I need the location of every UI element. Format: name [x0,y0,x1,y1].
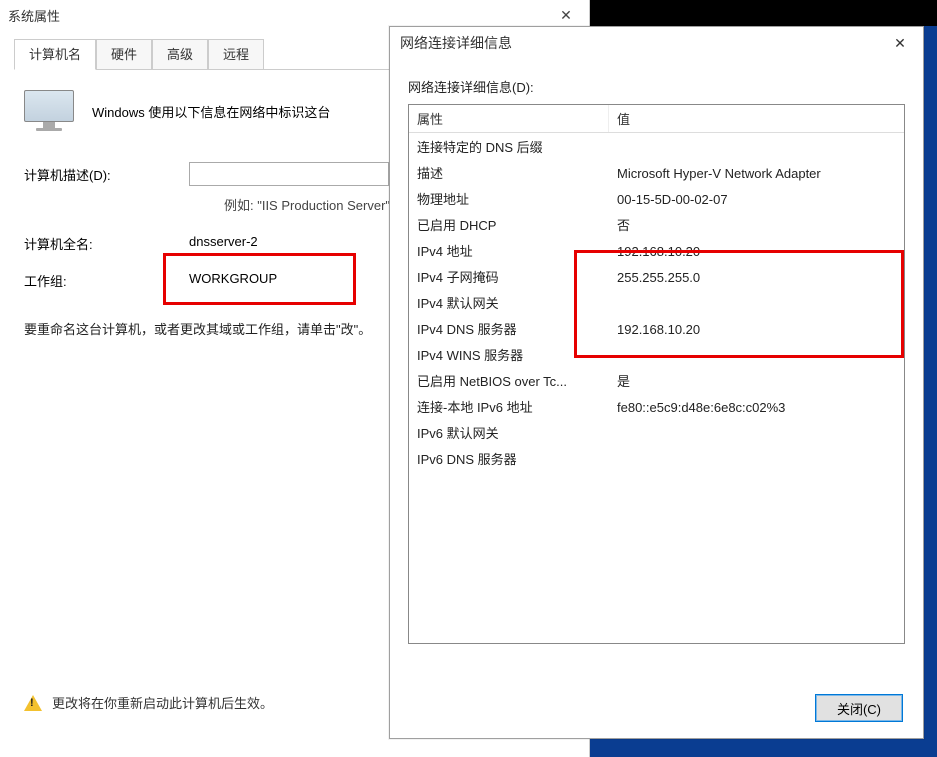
list-row[interactable]: 物理地址00-15-5D-00-02-07 [409,187,904,213]
computer-icon [24,90,74,132]
workgroup-value: WORKGROUP [189,271,277,290]
row-value: 否 [617,213,904,239]
row-value: 00-15-5D-00-02-07 [617,187,904,213]
row-value: 255.255.255.0 [617,265,904,291]
workgroup-label: 工作组: [24,271,189,290]
list-row[interactable]: 连接-本地 IPv6 地址fe80::e5c9:d48e:6e8c:c02%3 [409,395,904,421]
restart-note-text: 更改将在你重新启动此计算机后生效。 [52,693,273,712]
warning-icon [24,695,42,711]
row-value: 是 [617,369,904,395]
list-row[interactable]: IPv6 默认网关 [409,421,904,447]
col-value[interactable]: 值 [609,105,638,132]
list-row[interactable]: IPv4 默认网关 [409,291,904,317]
row-property: 连接-本地 IPv6 地址 [417,395,617,421]
network-details-dialog: 网络连接详细信息 ✕ 网络连接详细信息(D): 属性 值 连接特定的 DNS 后… [389,26,924,739]
close-button[interactable]: 关闭(C) [815,694,903,722]
row-value [617,135,904,161]
list-row[interactable]: IPv4 地址192.168.10.20 [409,239,904,265]
row-property: IPv4 默认网关 [417,291,617,317]
netdlg-caption: 网络连接详细信息(D): [408,77,905,96]
row-property: 物理地址 [417,187,617,213]
row-property: IPv4 DNS 服务器 [417,317,617,343]
fullname-label: 计算机全名: [24,234,189,253]
row-property: 描述 [417,161,617,187]
list-row[interactable]: IPv4 子网掩码255.255.255.0 [409,265,904,291]
close-icon: ✕ [560,7,572,24]
intro-text: Windows 使用以下信息在网络中标识这台 [92,102,330,121]
list-row[interactable]: 描述Microsoft Hyper-V Network Adapter [409,161,904,187]
row-value: 192.168.10.20 [617,317,904,343]
tab-computer-name[interactable]: 计算机名 [14,39,96,70]
list-row[interactable]: 已启用 NetBIOS over Tc...是 [409,369,904,395]
row-property: 已启用 DHCP [417,213,617,239]
col-property[interactable]: 属性 [409,105,609,132]
row-value [617,291,904,317]
row-property: IPv4 地址 [417,239,617,265]
description-label: 计算机描述(D): [24,165,189,184]
row-value [617,447,904,473]
description-input[interactable] [189,162,389,186]
row-property: 已启用 NetBIOS over Tc... [417,369,617,395]
row-value [617,343,904,369]
row-property: 连接特定的 DNS 后缀 [417,135,617,161]
netdlg-title: 网络连接详细信息 [400,33,512,53]
list-row[interactable]: IPv4 WINS 服务器 [409,343,904,369]
row-property: IPv4 WINS 服务器 [417,343,617,369]
sysprop-title: 系统属性 [8,6,60,25]
tab-remote[interactable]: 远程 [208,39,264,70]
restart-note: 更改将在你重新启动此计算机后生效。 [24,693,273,712]
fullname-value: dnsserver-2 [189,234,258,253]
list-header: 属性 值 [409,105,904,133]
row-property: IPv4 子网掩码 [417,265,617,291]
netdlg-titlebar[interactable]: 网络连接详细信息 ✕ [390,27,923,59]
netdlg-list[interactable]: 属性 值 连接特定的 DNS 后缀描述Microsoft Hyper-V Net… [408,104,905,644]
row-value [617,421,904,447]
tab-advanced[interactable]: 高级 [152,39,208,70]
close-icon: ✕ [894,35,906,52]
list-row[interactable]: 连接特定的 DNS 后缀 [409,135,904,161]
row-value: fe80::e5c9:d48e:6e8c:c02%3 [617,395,904,421]
list-row[interactable]: IPv6 DNS 服务器 [409,447,904,473]
list-row[interactable]: 已启用 DHCP否 [409,213,904,239]
row-property: IPv6 默认网关 [417,421,617,447]
tab-hardware[interactable]: 硬件 [96,39,152,70]
row-property: IPv6 DNS 服务器 [417,447,617,473]
row-value: Microsoft Hyper-V Network Adapter [617,161,904,187]
netdlg-close-button[interactable]: ✕ [877,27,923,59]
list-row[interactable]: IPv4 DNS 服务器192.168.10.20 [409,317,904,343]
row-value: 192.168.10.20 [617,239,904,265]
